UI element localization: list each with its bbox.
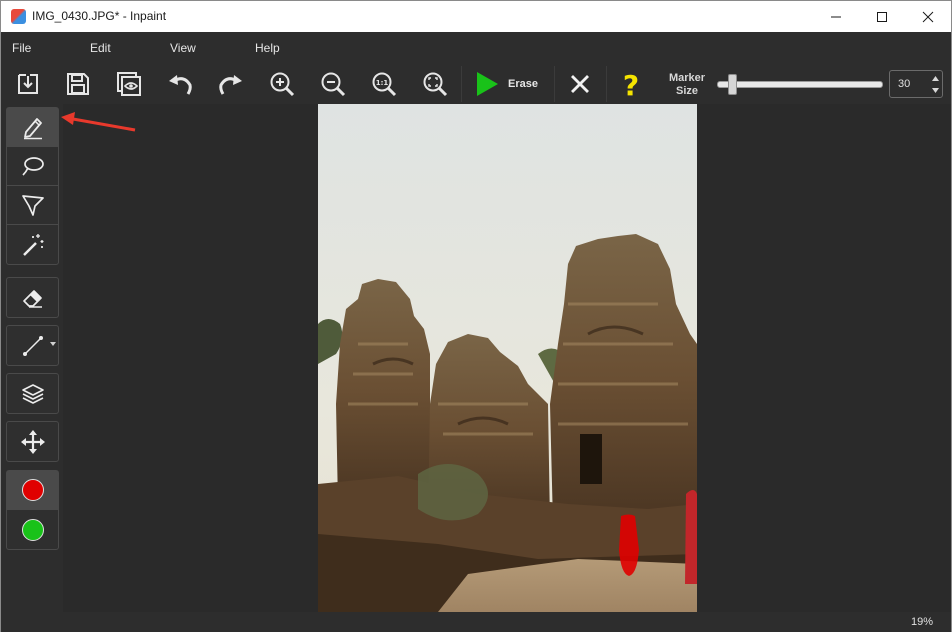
- marker-size-label-line1: Marker: [668, 72, 706, 84]
- toolbar-separator: [461, 66, 462, 102]
- save-button[interactable]: [60, 66, 96, 102]
- svg-text:1:1: 1:1: [376, 79, 389, 87]
- toolbar-separator: [606, 66, 607, 102]
- green-keep-color[interactable]: [7, 510, 58, 549]
- redo-icon: [219, 75, 242, 95]
- line-tool[interactable]: [7, 326, 58, 365]
- open-button[interactable]: [10, 66, 46, 102]
- play-erase-icon: [477, 72, 498, 96]
- cross-icon: [571, 75, 589, 93]
- app-window: IMG_0430.JPG* - Inpaint File Edit View H…: [0, 0, 952, 632]
- polygonal-lasso-icon: [21, 195, 44, 216]
- marker-size-value: 30: [898, 78, 911, 90]
- zoom-in-icon: [270, 72, 295, 97]
- menu-edit[interactable]: Edit: [90, 41, 111, 55]
- eraser-icon: [22, 289, 42, 308]
- line-tool-group: [6, 325, 59, 366]
- preview-eye-icon: [117, 72, 141, 96]
- line-tool-dropdown-arrow[interactable]: [50, 342, 56, 346]
- spin-down-button[interactable]: [928, 84, 942, 97]
- marker-size-label: Marker Size: [661, 72, 713, 98]
- zoom-actual-size-icon: 1:1: [372, 72, 397, 97]
- red-mask-color[interactable]: [7, 471, 58, 510]
- title-bar: IMG_0430.JPG* - Inpaint: [1, 1, 951, 32]
- close-window-button[interactable]: [905, 1, 951, 32]
- zoom-out-button[interactable]: [315, 66, 351, 102]
- eraser-tool-group: [6, 277, 59, 318]
- pencil-icon: [23, 118, 42, 140]
- menu-view[interactable]: View: [170, 41, 196, 55]
- redo-button[interactable]: [213, 66, 249, 102]
- marker-size-spinbox[interactable]: 30: [889, 70, 943, 98]
- tool-panel: [1, 104, 63, 612]
- erase-label: Erase: [508, 78, 538, 90]
- line-icon: [22, 335, 43, 356]
- move-arrows-icon: [20, 429, 45, 454]
- erase-button[interactable]: Erase: [469, 66, 545, 102]
- marker-size-slider-track[interactable]: [717, 81, 883, 88]
- minimize-button[interactable]: [813, 1, 859, 32]
- annotation-arrow-icon: [61, 112, 136, 132]
- marker-size-slider-thumb[interactable]: [728, 74, 738, 95]
- marker-tool[interactable]: [7, 108, 58, 147]
- menu-file[interactable]: File: [12, 41, 31, 55]
- selection-tools-group: [6, 107, 59, 265]
- lasso-tool[interactable]: [7, 147, 58, 186]
- zoom-fit-icon: [423, 72, 448, 97]
- layers-tool-group: [6, 373, 59, 414]
- color-tools-group: [6, 470, 59, 550]
- clear-selection-button[interactable]: [562, 66, 598, 102]
- layers-tool[interactable]: [7, 374, 58, 413]
- toolbar-separator: [554, 66, 555, 102]
- open-file-icon: [18, 74, 38, 94]
- save-icon: [67, 73, 89, 95]
- close-icon: [922, 11, 934, 22]
- zoom-level: 19%: [910, 616, 933, 628]
- magic-wand-tool[interactable]: [7, 225, 58, 264]
- eraser-tool[interactable]: [7, 278, 58, 317]
- chevron-down-icon: [931, 88, 939, 93]
- zoom-in-button[interactable]: [264, 66, 300, 102]
- chevron-up-icon: [931, 76, 939, 81]
- green-color-swatch: [21, 518, 44, 541]
- menu-bar: File Edit View Help: [1, 32, 951, 62]
- minimize-icon: [831, 16, 841, 17]
- move-tool-group: [6, 421, 59, 462]
- move-tool[interactable]: [7, 422, 58, 461]
- undo-button[interactable]: [162, 66, 198, 102]
- window-title: IMG_0430.JPG* - Inpaint: [32, 9, 167, 23]
- temple-photo-image: [318, 104, 697, 612]
- lasso-icon: [21, 157, 44, 176]
- svg-text:?: ?: [623, 70, 639, 98]
- maximize-button[interactable]: [859, 1, 905, 32]
- preview-button[interactable]: [111, 66, 147, 102]
- main-toolbar: 1:1 Erase ? Marker Size 30: [1, 62, 951, 104]
- image-canvas[interactable]: [63, 104, 951, 612]
- polygonal-lasso-tool[interactable]: [7, 186, 58, 225]
- undo-icon: [169, 75, 192, 95]
- magic-wand-icon: [22, 233, 43, 256]
- help-button[interactable]: ?: [613, 66, 649, 102]
- inpaint-app-icon: [11, 9, 26, 24]
- marker-size-label-line2: Size: [675, 85, 698, 97]
- question-mark-icon: ?: [623, 70, 639, 98]
- status-bar: 19%: [1, 612, 951, 632]
- menu-help[interactable]: Help: [255, 41, 280, 55]
- maximize-icon: [877, 11, 887, 22]
- layers-icon: [21, 383, 44, 404]
- temple-photo[interactable]: [318, 104, 697, 612]
- fit-to-window-button[interactable]: [417, 66, 453, 102]
- actual-size-button[interactable]: 1:1: [366, 66, 402, 102]
- red-color-swatch: [21, 479, 44, 501]
- zoom-out-icon: [321, 72, 346, 97]
